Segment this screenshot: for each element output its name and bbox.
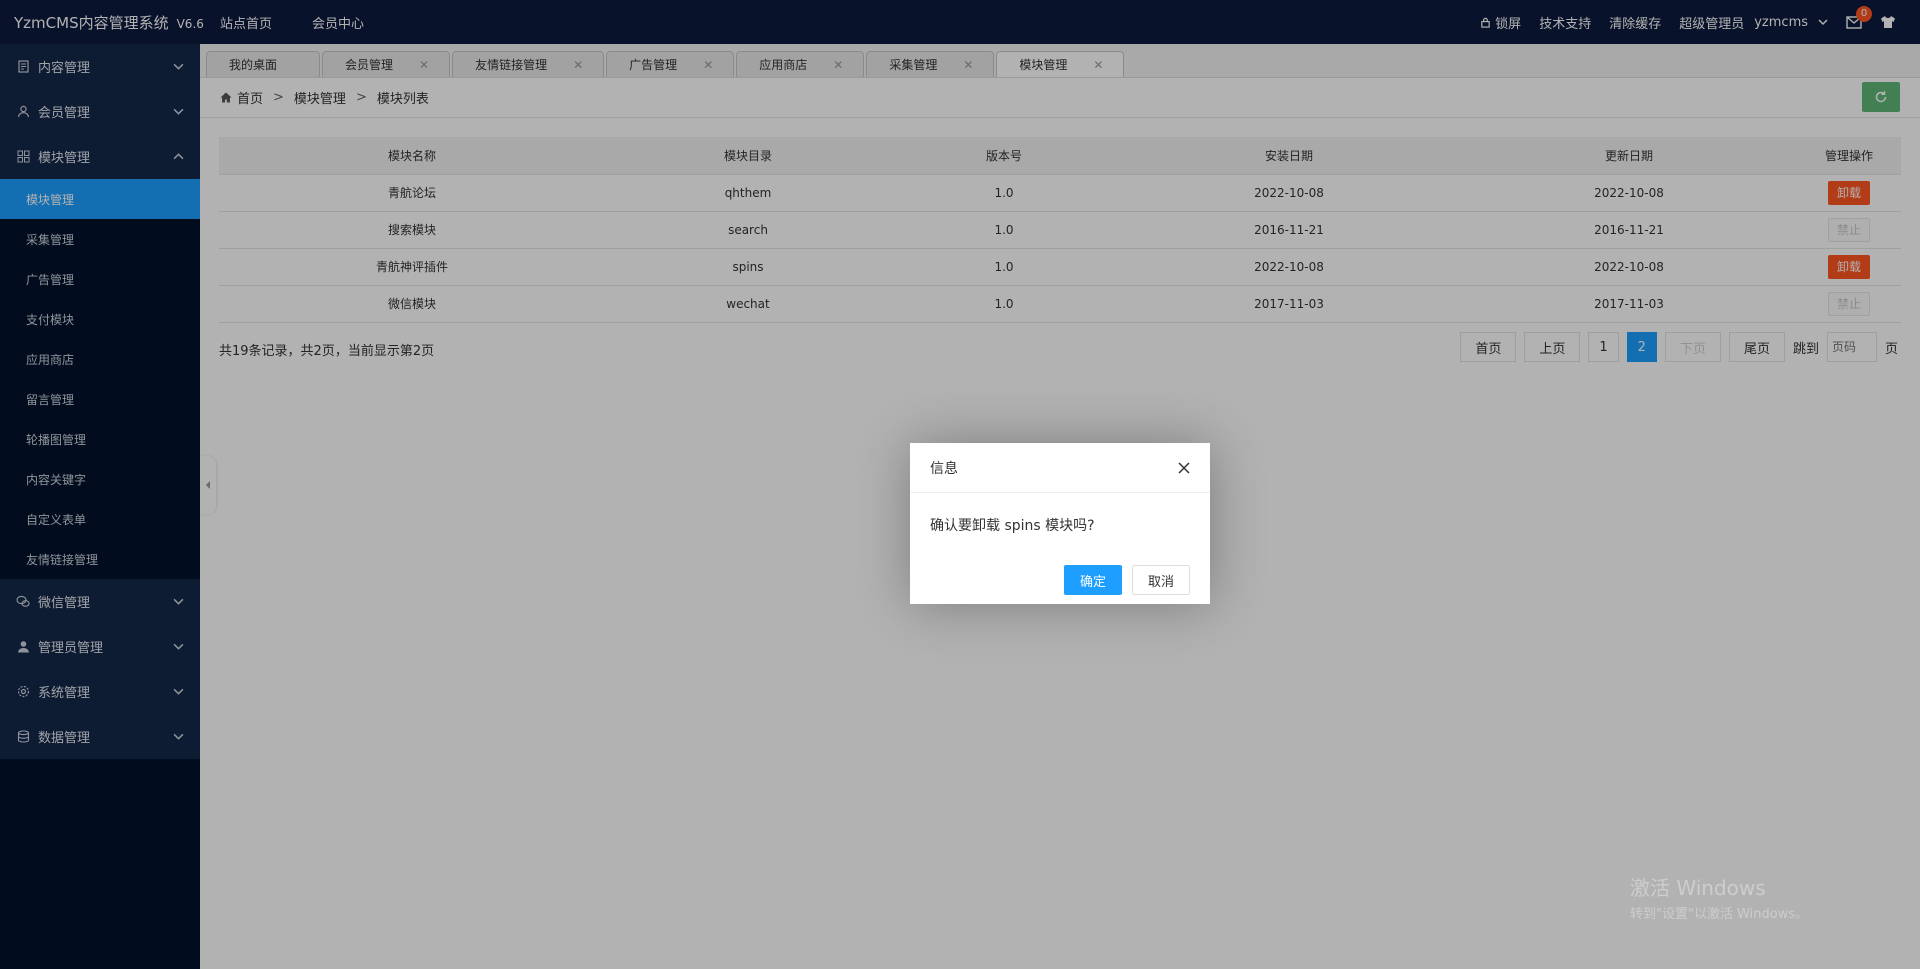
dialog-title: 信息	[930, 460, 958, 477]
watermark-line2: 转到"设置"以激活 Windows。	[1630, 907, 1809, 922]
confirm-button[interactable]: 确定	[1063, 565, 1122, 595]
dialog-close-button[interactable]	[1178, 461, 1190, 474]
confirm-dialog: 信息 确认要卸载 spins 模块吗? 确定 取消	[910, 443, 1210, 604]
watermark-line1: 激活 Windows	[1630, 876, 1766, 900]
dialog-message: 确认要卸载 spins 模块吗?	[930, 518, 1095, 534]
windows-activation-watermark: 激活 Windows 转到"设置"以激活 Windows。	[1630, 872, 1808, 922]
dialog-footer: 确定 取消	[910, 553, 1210, 595]
dialog-header: 信息	[910, 443, 1210, 493]
cancel-button[interactable]: 取消	[1131, 565, 1190, 595]
close-icon	[1178, 461, 1190, 474]
